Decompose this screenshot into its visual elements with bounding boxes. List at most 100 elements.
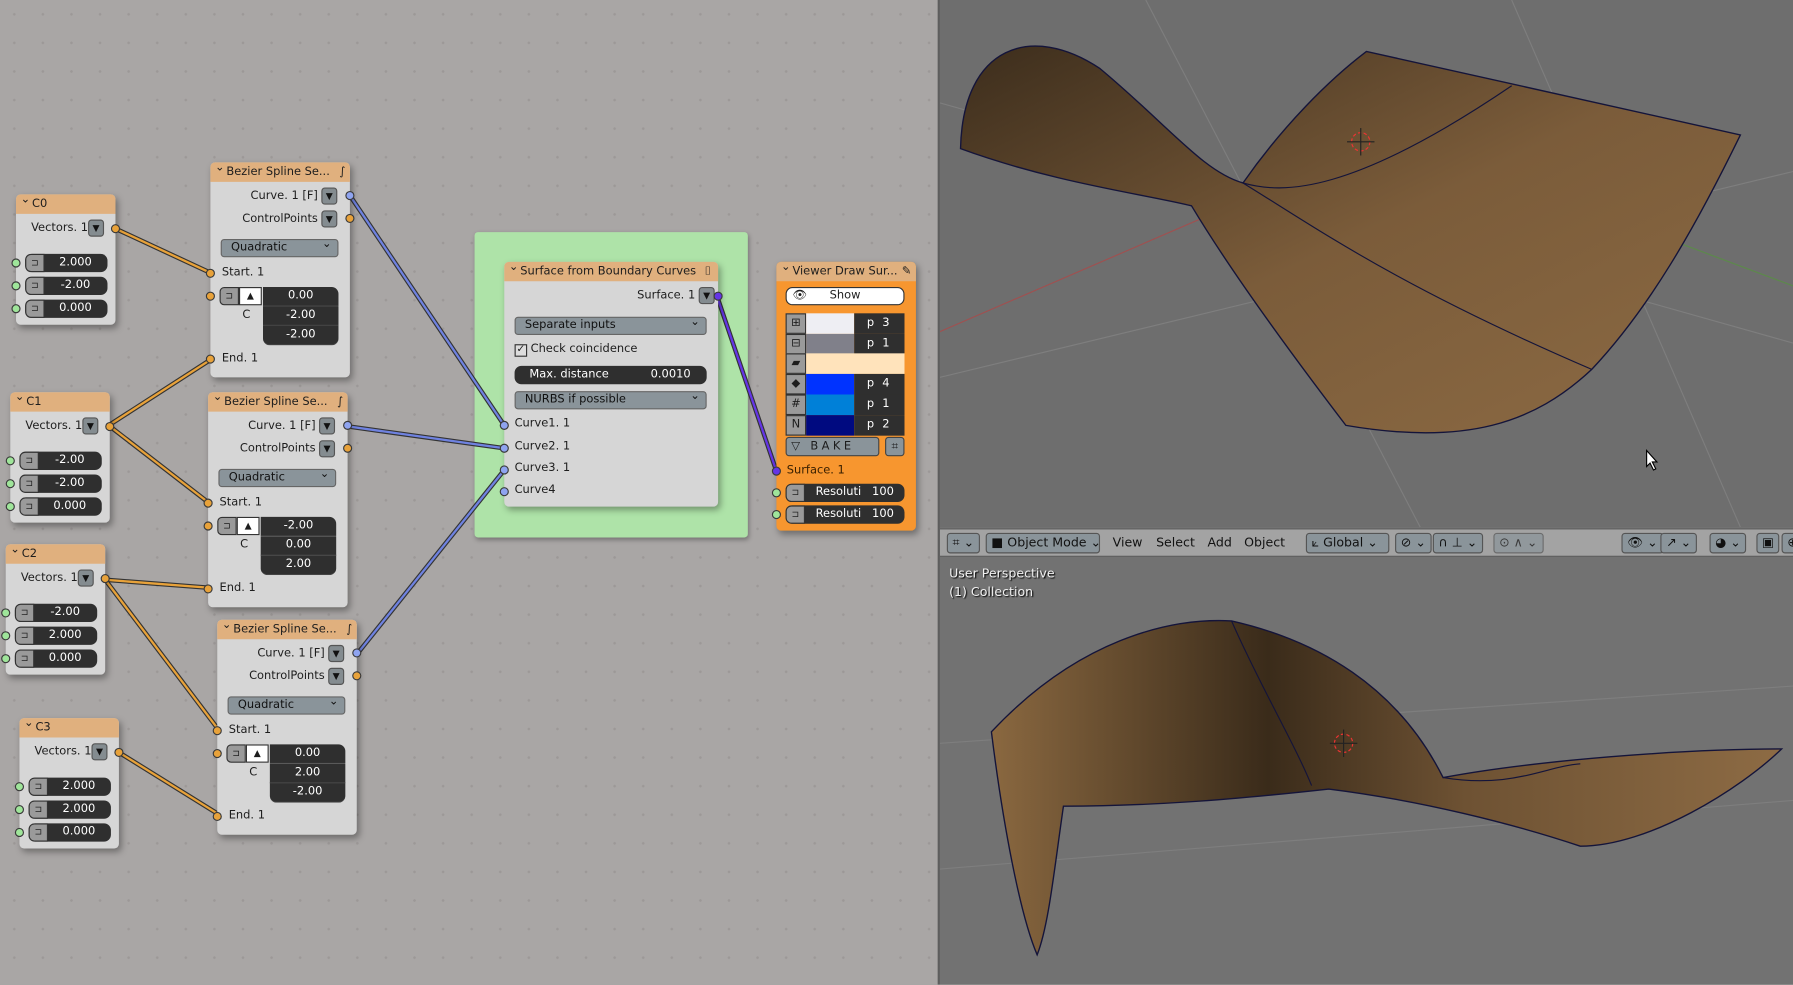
proportional-editing-button[interactable]: ⊙ ∧ ⌄ <box>1493 532 1544 554</box>
color-swatch[interactable] <box>806 353 905 375</box>
controlpoints-output-socket[interactable] <box>352 671 362 681</box>
size-value[interactable]: p 4 <box>854 374 905 395</box>
output-menu-button[interactable]: ▼ <box>328 667 345 685</box>
vertex-icon[interactable]: ⊞ <box>785 313 807 334</box>
coordinate-field[interactable]: ⊐ 2.000 <box>14 626 98 645</box>
input-mode-select[interactable]: Separate inputs <box>514 314 707 336</box>
node-header[interactable]: C1 <box>10 392 110 412</box>
color-swatch[interactable] <box>806 333 855 355</box>
control-coordinate-field[interactable]: -2.00 <box>263 306 339 326</box>
vector-input-node[interactable]: C3 Vectors. 1 ▼ ⊐ 2.000 ⊐ 2.000 ⊐ 0.000 <box>14 718 124 849</box>
color-swatch[interactable] <box>806 394 855 415</box>
node-header[interactable]: C3 <box>19 718 119 738</box>
start-input-socket[interactable] <box>205 268 215 278</box>
coordinate-input-socket[interactable] <box>11 258 21 268</box>
normal-icon[interactable]: N <box>785 414 807 436</box>
controlpoints-output-socket[interactable] <box>343 443 353 453</box>
bezier-spline-segment-node[interactable]: Bezier Spline Se... ∫ Curve. 1 [F] ▼ Cont… <box>203 392 353 608</box>
grid-icon[interactable]: # <box>785 394 807 415</box>
size-value[interactable]: p 1 <box>854 333 905 355</box>
curve-input-socket[interactable] <box>499 420 509 430</box>
vectors-output-socket[interactable] <box>105 421 115 432</box>
start-input-socket[interactable] <box>212 726 222 736</box>
bezier-spline-segment-node[interactable]: Bezier Spline Se... ∫ Curve. 1 [F] ▼ Cont… <box>205 162 355 378</box>
control-coordinate-field[interactable]: 0.00 <box>269 744 346 764</box>
control-input-socket[interactable] <box>203 521 213 531</box>
output-menu-button[interactable]: ▼ <box>321 210 338 228</box>
end-input-socket[interactable] <box>212 811 222 822</box>
node-header[interactable]: Bezier Spline Se... ∫ <box>217 619 357 640</box>
visibility-button[interactable]: 👁 ⌄ <box>1621 532 1664 554</box>
end-input-socket[interactable] <box>205 354 215 364</box>
curve-output-socket[interactable] <box>352 648 362 658</box>
overlay-button[interactable]: ◕ ⌄ <box>1709 532 1747 554</box>
max-distance-field[interactable]: Max. distance 0.0010 <box>514 365 707 385</box>
coordinate-input-socket[interactable] <box>14 805 25 815</box>
coordinate-field[interactable]: ⊐ -2.00 <box>19 451 102 470</box>
node-header[interactable]: C0 <box>16 194 116 214</box>
control-coordinate-field[interactable]: 2.00 <box>260 555 337 576</box>
resolution-field[interactable]: ⊐ Resoluti 100 <box>785 505 905 524</box>
color-swatch[interactable] <box>806 414 855 436</box>
face-icon[interactable]: ▰ <box>785 353 807 375</box>
output-menu-button[interactable]: ▼ <box>319 417 336 435</box>
output-menu-button[interactable]: ▼ <box>328 644 345 663</box>
surface-output-socket[interactable] <box>713 291 723 301</box>
node-header[interactable]: Viewer Draw Sur...✎ <box>776 261 916 282</box>
resolution-input-socket[interactable] <box>771 488 782 498</box>
coordinate-field[interactable]: ⊐ 2.000 <box>28 777 111 796</box>
expand-triangle-icon[interactable]: ▲ <box>238 287 262 306</box>
snap-button[interactable]: ∩ ⊥ ⌄ <box>1432 532 1483 554</box>
node-editor[interactable]: C0 Vectors. 1 ▼ ⊐ 2.000 ⊐ -2.00 ⊐ 0.000 C1 … <box>0 0 938 985</box>
coordinate-input-socket[interactable] <box>5 501 15 512</box>
controlpoints-output-socket[interactable] <box>345 213 355 223</box>
link-icon[interactable]: ⊐ <box>226 744 246 763</box>
check-coincidence-checkbox[interactable]: ✓ <box>514 344 528 357</box>
coordinate-field[interactable]: ⊐ -2.00 <box>25 276 108 296</box>
nurbs-mode-select[interactable]: NURBS if possible <box>514 389 707 410</box>
editor-type-button[interactable]: ⌗ ⌄ <box>946 532 980 554</box>
display-option-row[interactable]: ⊞ p 3 <box>785 313 905 334</box>
coordinate-input-socket[interactable] <box>1 631 11 641</box>
coordinate-field[interactable]: ⊐ -2.00 <box>14 603 98 623</box>
node-header[interactable]: Surface from Boundary Curves ⌷ <box>504 261 719 282</box>
link-icon[interactable]: ⊐ <box>219 287 239 306</box>
3d-viewport[interactable]: ⌗ ⌄ ■ Object Mode ⌄ View Select Add Obje… <box>939 0 1793 985</box>
orientation-select[interactable]: ⟀ Global ⌄ <box>1305 532 1390 554</box>
coordinate-field[interactable]: ⊐ 2.000 <box>28 800 111 819</box>
color-swatch[interactable] <box>806 313 855 334</box>
mode-select[interactable]: ■ Object Mode ⌄ <box>985 532 1101 554</box>
coordinate-input-socket[interactable] <box>1 608 11 618</box>
color-swatch[interactable] <box>806 374 855 395</box>
curve-input-socket[interactable] <box>499 443 509 453</box>
coordinate-field[interactable]: ⊐ 0.000 <box>14 649 98 668</box>
surface-input-socket[interactable] <box>771 466 782 476</box>
node-header[interactable]: Bezier Spline Se... ∫ <box>208 392 348 412</box>
menu-select[interactable]: Select <box>1156 535 1195 550</box>
bake-options-icon[interactable]: ⌗ <box>885 436 905 457</box>
control-coordinate-field[interactable]: -2.00 <box>269 783 346 803</box>
coordinate-input-socket[interactable] <box>5 479 15 489</box>
display-option-row[interactable]: ▰ <box>785 353 905 375</box>
expand-triangle-icon[interactable]: ▲ <box>236 516 260 536</box>
vector-input-node[interactable]: C1 Vectors. 1 ▼ ⊐ -2.00 ⊐ -2.00 ⊐ 0.000 <box>5 392 115 523</box>
size-value[interactable]: p 3 <box>854 313 905 334</box>
xray-button[interactable]: ▣ <box>1756 532 1780 554</box>
degree-select[interactable]: Quadratic <box>220 237 339 258</box>
control-coordinate-field[interactable]: -2.00 <box>260 516 337 537</box>
display-option-row[interactable]: Np 2 <box>785 414 905 436</box>
display-option-row[interactable]: # p 1 <box>785 394 905 415</box>
bezier-spline-segment-node[interactable]: Bezier Spline Se... ∫ Curve. 1 [F] ▼ Cont… <box>212 619 362 835</box>
gizmo-button[interactable]: ↗ ⌄ <box>1660 532 1697 554</box>
coordinate-field[interactable]: ⊐ 0.000 <box>28 823 111 842</box>
coordinate-input-socket[interactable] <box>5 456 15 466</box>
coordinate-field[interactable]: ⊐ 0.000 <box>25 299 108 318</box>
node-header[interactable]: Bezier Spline Se... ∫ <box>210 162 350 182</box>
coordinate-field[interactable]: ⊐ 0.000 <box>19 497 102 516</box>
control-input-socket[interactable] <box>205 291 215 301</box>
coordinate-input-socket[interactable] <box>1 654 11 664</box>
coordinate-field[interactable]: ⊐ 2.000 <box>25 253 108 273</box>
degree-select[interactable]: Quadratic <box>218 467 337 488</box>
vectors-output-socket[interactable] <box>110 224 121 234</box>
coordinate-field[interactable]: ⊐ -2.00 <box>19 474 102 493</box>
